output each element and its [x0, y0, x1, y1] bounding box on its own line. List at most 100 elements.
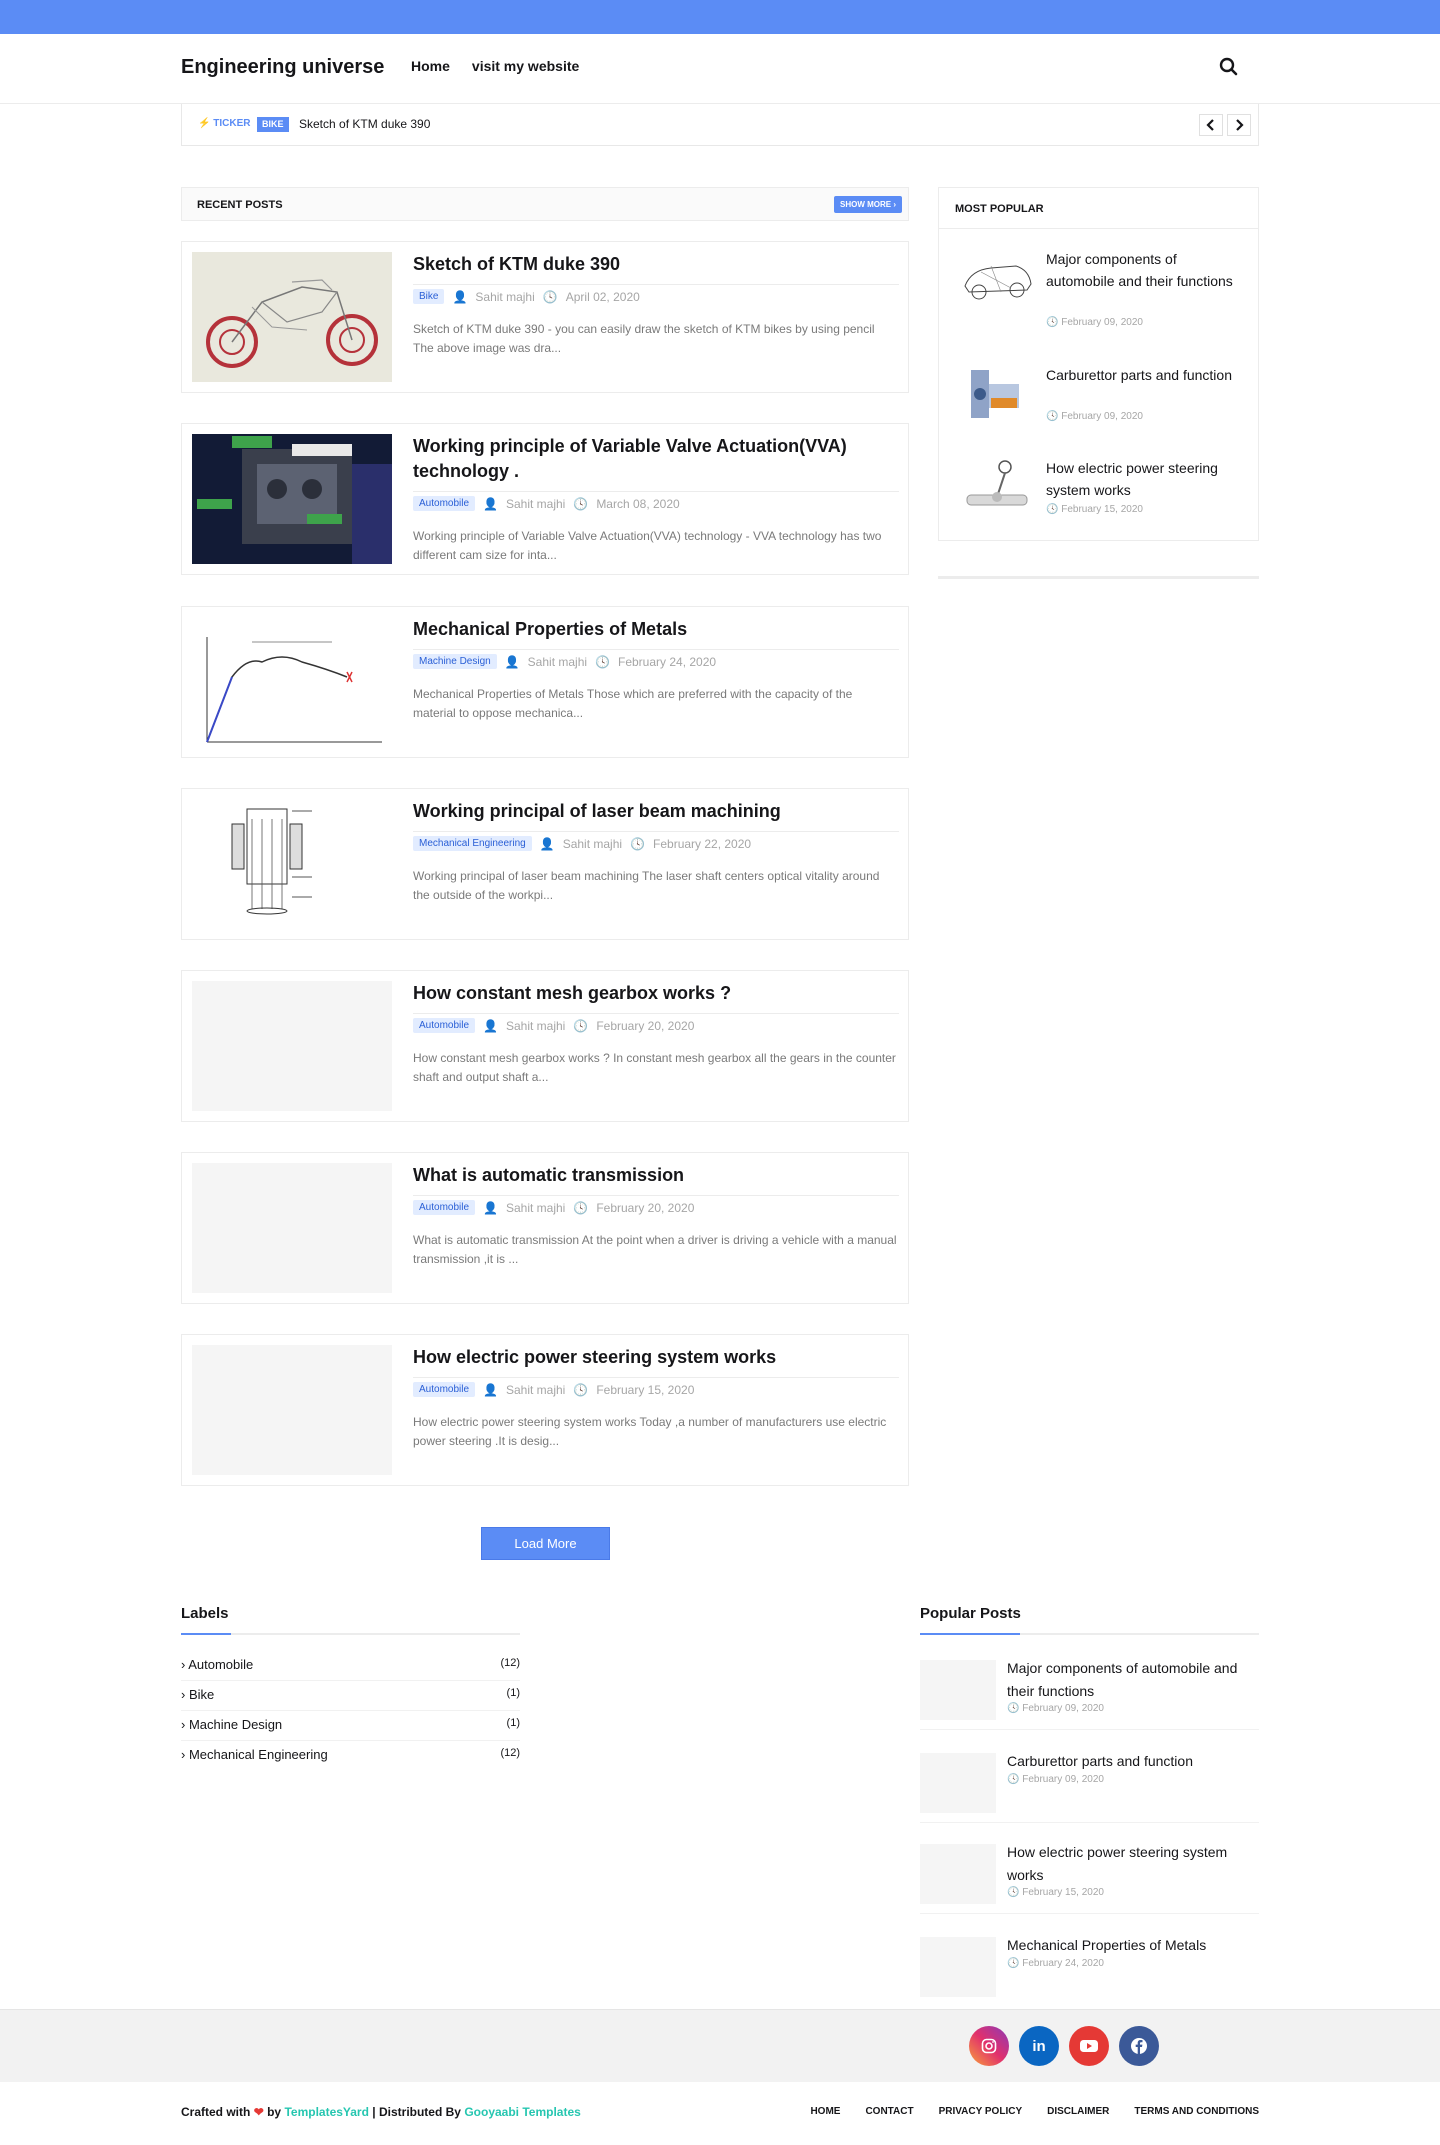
footer-link-privacy[interactable]: PRIVACY POLICY	[939, 2106, 1023, 2117]
clock-icon: 🕓	[1007, 1703, 1020, 1714]
post-thumbnail[interactable]	[192, 1345, 392, 1475]
user-icon: 👤	[483, 496, 498, 511]
chevron-left-icon	[1206, 119, 1214, 131]
label-name[interactable]: › Bike	[181, 1687, 214, 1702]
post-title[interactable]: What is automatic transmission	[413, 1163, 888, 1188]
post-category[interactable]: Machine Design	[413, 654, 497, 669]
heart-icon: ❤	[253, 2105, 264, 2119]
post-category[interactable]: Automobile	[413, 496, 476, 511]
post-meta: Automobile 👤 Sahit majhi 🕓 February 15, 20…	[413, 1377, 899, 1397]
post-thumbnail[interactable]	[192, 434, 392, 564]
nav-home[interactable]: Home	[411, 58, 450, 74]
user-icon: 👤	[483, 1200, 498, 1215]
label-item[interactable]: › Bike (1)	[181, 1681, 520, 1711]
post-title[interactable]: How constant mesh gearbox works ?	[413, 981, 888, 1006]
gooyaabi-link[interactable]: Gooyaabi Templates	[464, 2105, 580, 2119]
search-icon[interactable]	[1217, 55, 1241, 79]
sidebar-divider	[938, 576, 1259, 579]
post-meta: Automobile 👤 Sahit majhi 🕓 February 20, 20…	[413, 1195, 899, 1215]
popular-post-title[interactable]: Major components of automobile and their…	[1007, 1657, 1257, 1703]
post-title[interactable]: Working principle of Variable Valve Actu…	[413, 434, 888, 484]
popular-date: 🕓 February 15, 2020	[1046, 504, 1143, 515]
post-meta: Mechanical Engineering 👤 Sahit majhi 🕓 Feb…	[413, 831, 899, 851]
popular-post-thumbnail[interactable]	[920, 1660, 996, 1720]
popular-post-thumbnail[interactable]	[920, 1753, 996, 1813]
post-category[interactable]: Bike	[413, 289, 445, 304]
ticker-post-link[interactable]: Sketch of KTM duke 390	[299, 117, 430, 131]
bolt-icon: ⚡	[198, 118, 211, 129]
load-more-button[interactable]: Load More	[481, 1527, 610, 1560]
post-title[interactable]: Working principal of laser beam machinin…	[413, 799, 888, 824]
nav-visit-website[interactable]: visit my website	[472, 58, 579, 74]
post-category[interactable]: Automobile	[413, 1382, 476, 1397]
popular-post-date: 🕓 February 24, 2020	[1007, 1958, 1104, 1969]
post-thumbnail[interactable]	[192, 252, 392, 382]
post-title[interactable]: How electric power steering system works	[413, 1345, 888, 1370]
popular-post-thumbnail[interactable]	[920, 1937, 996, 1997]
post-title[interactable]: Mechanical Properties of Metals	[413, 617, 888, 642]
popular-post-title[interactable]: How electric power steering system works	[1007, 1841, 1257, 1887]
ticker-prev-button[interactable]	[1199, 114, 1223, 136]
post-meta: Automobile 👤 Sahit majhi 🕓 March 08, 2020	[413, 491, 899, 511]
post-author[interactable]: Sahit majhi	[563, 837, 622, 851]
label-item[interactable]: › Machine Design (1)	[181, 1711, 520, 1741]
label-name[interactable]: › Machine Design	[181, 1717, 282, 1732]
post-author[interactable]: Sahit majhi	[528, 655, 587, 669]
popular-post-title[interactable]: Carburettor parts and function	[1007, 1750, 1257, 1773]
post-thumbnail[interactable]	[192, 1163, 392, 1293]
chevron-right-icon	[1236, 119, 1244, 131]
facebook-icon[interactable]	[1119, 2026, 1159, 2066]
post-author[interactable]: Sahit majhi	[506, 1019, 565, 1033]
popular-post-item: Mechanical Properties of Metals 🕓 Februa…	[920, 1929, 1259, 2007]
post-thumbnail[interactable]	[192, 981, 392, 1111]
footer-link-terms[interactable]: TERMS AND CONDITIONS	[1134, 2106, 1259, 2117]
recent-posts-header: RECENT POSTS SHOW MORE ›	[181, 187, 909, 221]
label-count: (12)	[500, 1747, 520, 1759]
popular-title[interactable]: How electric power steering system works	[1046, 457, 1246, 501]
label-name[interactable]: › Mechanical Engineering	[181, 1747, 328, 1762]
post-category[interactable]: Automobile	[413, 1200, 476, 1215]
site-title[interactable]: Engineering universe	[181, 56, 384, 79]
ticker-next-button[interactable]	[1227, 114, 1251, 136]
popular-title[interactable]: Carburettor parts and function	[1046, 364, 1246, 386]
youtube-icon[interactable]	[1069, 2026, 1109, 2066]
popular-thumbnail[interactable]	[961, 248, 1033, 308]
post-date: February 20, 2020	[596, 1200, 695, 1215]
footer-link-disclaimer[interactable]: DISCLAIMER	[1047, 2106, 1109, 2117]
footer-link-home[interactable]: HOME	[810, 2106, 840, 2117]
post-category[interactable]: Automobile	[413, 1018, 476, 1033]
user-icon: 👤	[483, 1018, 498, 1033]
post-thumbnail[interactable]	[192, 617, 392, 747]
post-snippet: Working principle of Variable Valve Actu…	[413, 529, 882, 562]
post-author[interactable]: Sahit majhi	[506, 1201, 565, 1215]
user-icon: 👤	[452, 289, 468, 304]
templatesyard-link[interactable]: TemplatesYard	[284, 2105, 368, 2119]
news-ticker: ⚡ TICKER BIKE Sketch of KTM duke 390	[181, 104, 1259, 146]
ticker-tag[interactable]: BIKE	[257, 117, 289, 132]
clock-icon: 🕓	[573, 1018, 589, 1033]
post-author[interactable]: Sahit majhi	[506, 497, 565, 511]
label-item[interactable]: › Mechanical Engineering (12)	[181, 1741, 520, 1771]
post-title[interactable]: Sketch of KTM duke 390	[413, 252, 888, 277]
post-thumbnail[interactable]	[192, 799, 392, 929]
label-name[interactable]: › Automobile	[181, 1657, 253, 1672]
post-meta: Machine Design 👤 Sahit majhi 🕓 February 24…	[413, 649, 899, 669]
linkedin-icon[interactable]: in	[1019, 2026, 1059, 2066]
footer-menu: HOME CONTACT PRIVACY POLICY DISCLAIMER T…	[810, 2106, 1259, 2117]
label-item[interactable]: › Automobile (12)	[181, 1651, 520, 1681]
popular-post-thumbnail[interactable]	[920, 1844, 996, 1904]
footer-link-contact[interactable]: CONTACT	[865, 2106, 913, 2117]
show-more-button[interactable]: SHOW MORE ›	[834, 196, 902, 213]
post-snippet: Working principal of laser beam machinin…	[413, 869, 880, 902]
popular-thumbnail[interactable]	[961, 364, 1033, 424]
clock-icon: 🕓	[1046, 504, 1059, 515]
post-author[interactable]: Sahit majhi	[475, 290, 534, 304]
instagram-icon[interactable]	[969, 2026, 1009, 2066]
popular-post-title[interactable]: Mechanical Properties of Metals	[1007, 1934, 1257, 1957]
popular-thumbnail[interactable]	[961, 457, 1033, 517]
post-date: April 02, 2020	[565, 289, 640, 304]
popular-title[interactable]: Major components of automobile and their…	[1046, 248, 1246, 292]
post-category[interactable]: Mechanical Engineering	[413, 836, 532, 851]
post-author[interactable]: Sahit majhi	[506, 1383, 565, 1397]
popular-posts-title: Popular Posts	[920, 1605, 1021, 1622]
